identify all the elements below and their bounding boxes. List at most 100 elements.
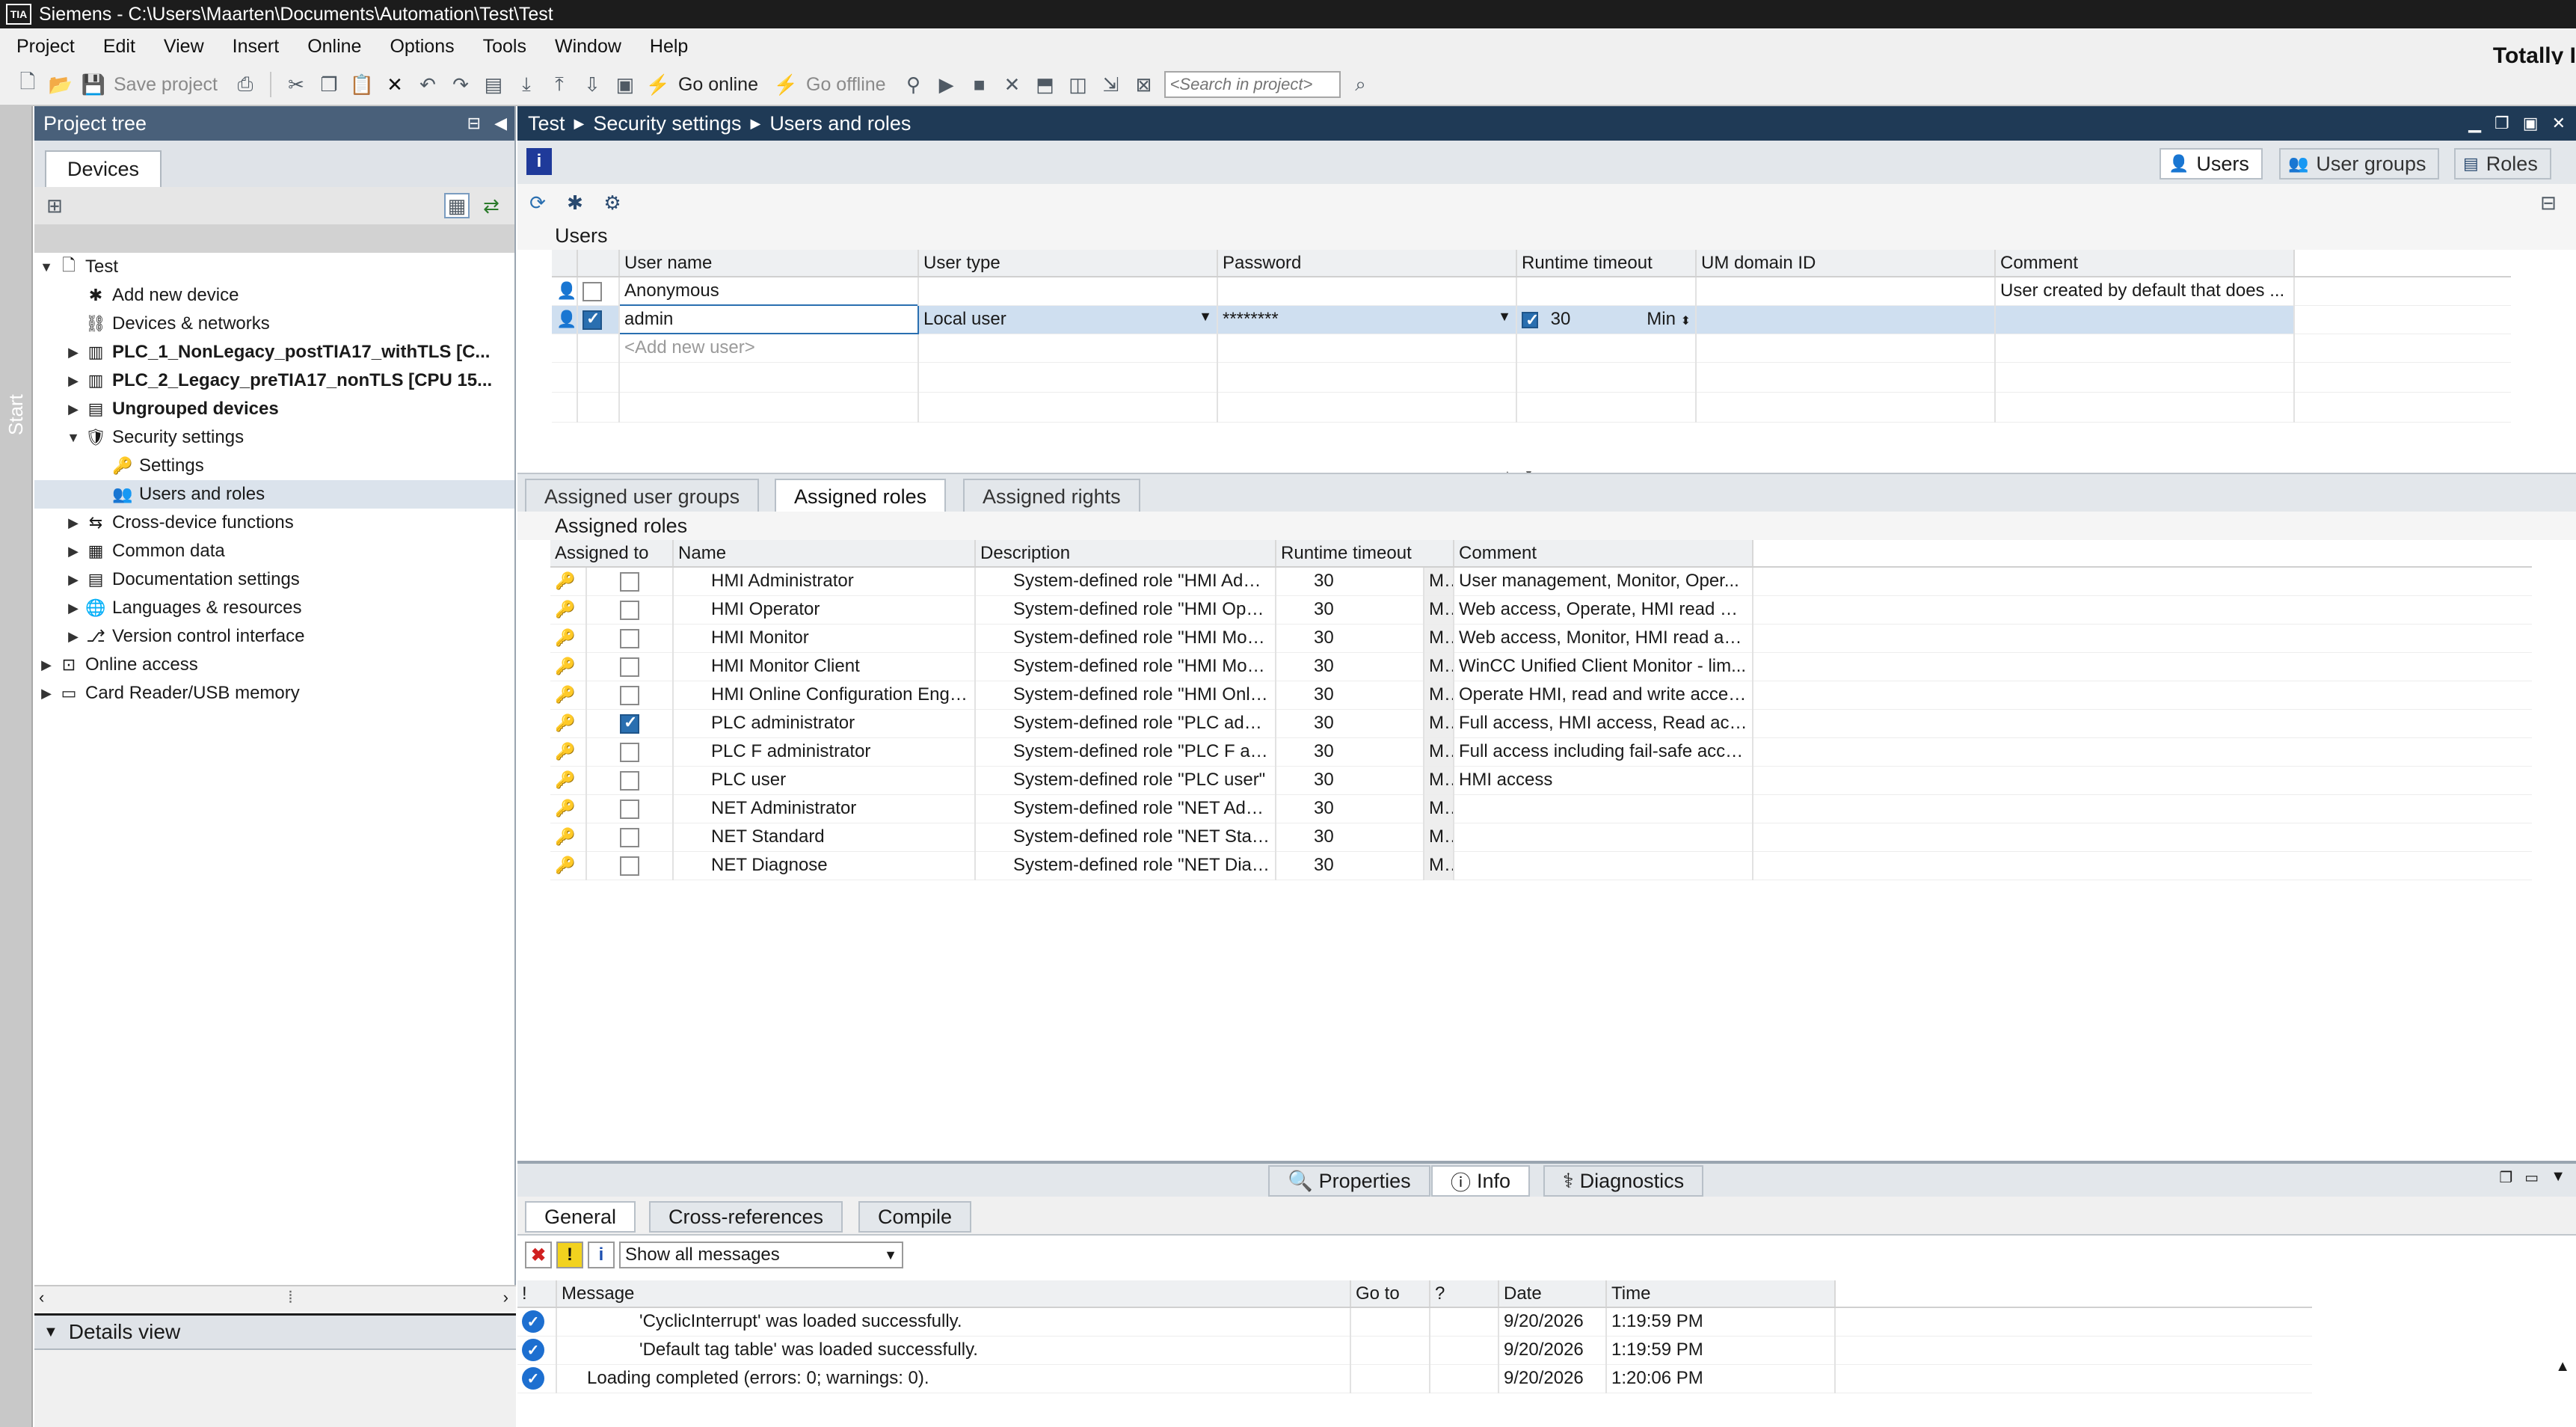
role-assigned-checkbox[interactable] bbox=[620, 770, 639, 791]
tab-assigned-rights[interactable]: Assigned rights bbox=[963, 479, 1140, 513]
breadcrumb-test[interactable]: Test bbox=[528, 112, 565, 135]
timeout-value[interactable]: 30 bbox=[1551, 309, 1571, 329]
expand-right-icon[interactable]: ▶ bbox=[39, 657, 54, 673]
msg-col-date[interactable]: Date bbox=[1498, 1280, 1607, 1308]
msg-col-time[interactable]: Time bbox=[1606, 1280, 1836, 1308]
user-timeout-field[interactable]: 30 Min ⬍ bbox=[1516, 305, 1697, 334]
user-row[interactable]: 👤 Anonymous User created by default that… bbox=[552, 277, 2511, 306]
tab-general[interactable]: General bbox=[525, 1201, 636, 1233]
chevron-down-icon[interactable]: ▼ bbox=[884, 1248, 902, 1263]
role-row[interactable]: 🔑 HMI Administrator System-defined role "H… bbox=[550, 567, 2533, 596]
open-project-icon[interactable]: 📂 bbox=[48, 72, 73, 97]
message-row[interactable]: ✓ 'CyclicInterrupt' was loaded successfu… bbox=[517, 1307, 2312, 1337]
role-assigned-cell[interactable] bbox=[586, 709, 674, 738]
users-col-type[interactable]: User type bbox=[918, 250, 1218, 277]
menu-tools[interactable]: Tools bbox=[467, 36, 538, 58]
tab-assigned-user-groups[interactable]: Assigned user groups bbox=[525, 479, 760, 513]
role-assigned-checkbox[interactable] bbox=[620, 799, 639, 819]
user-type-select[interactable]: Local user ▼ bbox=[918, 305, 1218, 334]
scroll-up-icon[interactable]: ▲ bbox=[2555, 1358, 2570, 1375]
delete-icon[interactable]: ✕ bbox=[382, 72, 408, 97]
role-row[interactable]: 🔑 HMI Operator System-defined role "HMI Op… bbox=[550, 595, 2533, 624]
copy-icon[interactable]: ❐ bbox=[316, 72, 342, 97]
role-row[interactable]: 🔑 NET Standard System-defined role "NET St… bbox=[550, 823, 2533, 852]
msg-col-severity[interactable]: ! bbox=[517, 1280, 557, 1308]
tree-item[interactable]: ✱ Add new device bbox=[34, 281, 514, 310]
tree-item[interactable]: ▶ ▭ Card Reader/USB memory bbox=[34, 679, 514, 708]
user-password-cell[interactable] bbox=[1217, 277, 1517, 306]
cut-icon[interactable]: ✂ bbox=[283, 72, 309, 97]
roles-col-name[interactable]: Name bbox=[673, 540, 977, 568]
role-assigned-checkbox[interactable] bbox=[620, 571, 639, 592]
tree-item[interactable]: ⛓ Devices & networks bbox=[34, 310, 514, 338]
expand-right-icon[interactable]: ▶ bbox=[66, 345, 81, 360]
minimize-panel-icon[interactable]: ▭ bbox=[2524, 1168, 2539, 1187]
tab-devices[interactable]: Devices bbox=[45, 150, 162, 187]
restore-icon[interactable]: ❐ bbox=[2494, 114, 2509, 133]
user-type-cell[interactable] bbox=[918, 277, 1218, 306]
menu-window[interactable]: Window bbox=[538, 36, 633, 58]
start-cpu-icon[interactable]: ▶ bbox=[934, 72, 959, 97]
expand-right-icon[interactable]: ▶ bbox=[66, 544, 81, 559]
users-col-password[interactable]: Password bbox=[1217, 250, 1517, 277]
users-col-comment[interactable]: Comment bbox=[1995, 250, 2295, 277]
dropdown-arrow-icon[interactable]: ▼ bbox=[1498, 309, 1511, 325]
maximize-icon[interactable]: ▣ bbox=[2523, 114, 2539, 133]
dropdown-arrow-icon[interactable]: ▼ bbox=[1199, 309, 1212, 325]
role-assigned-checkbox[interactable] bbox=[620, 628, 639, 648]
tab-properties[interactable]: 🔍 Properties bbox=[1268, 1165, 1430, 1197]
role-assigned-checkbox[interactable] bbox=[620, 856, 639, 876]
tab-roles[interactable]: ▤ Roles bbox=[2454, 148, 2551, 179]
simulation-icon[interactable]: ▣ bbox=[612, 72, 638, 97]
go-offline-icon[interactable]: ⚡ bbox=[773, 72, 799, 97]
scroll-thumb-grip-icon[interactable]: ⦙ bbox=[289, 1288, 292, 1307]
tree-item[interactable]: ▶ ▥ PLC_1_NonLegacy_postTIA17_withTLS [C..… bbox=[34, 338, 514, 366]
message-filter-select[interactable]: Show all messages ▼ bbox=[619, 1242, 903, 1268]
menu-view[interactable]: View bbox=[147, 36, 216, 58]
role-assigned-checkbox[interactable] bbox=[620, 742, 639, 762]
user-comment-cell[interactable]: User created by default that does ... bbox=[1995, 277, 2295, 306]
spinner-icon[interactable]: ⬍ bbox=[1681, 315, 1691, 328]
menu-options[interactable]: Options bbox=[373, 36, 466, 58]
compile-icon[interactable]: ▤ bbox=[481, 72, 506, 97]
collapse-panel-icon[interactable]: ▼ bbox=[2551, 1168, 2566, 1187]
roles-col-assigned[interactable]: Assigned to bbox=[550, 540, 674, 568]
float-window-icon[interactable]: ❐ bbox=[2499, 1168, 2512, 1187]
role-assigned-checkbox[interactable] bbox=[620, 827, 639, 847]
collapse-left-icon[interactable]: ◀ bbox=[494, 114, 507, 133]
close-icon[interactable]: ✕ bbox=[2552, 114, 2566, 133]
details-view-header[interactable]: ▼ Details view bbox=[34, 1316, 516, 1350]
tree-item[interactable]: ▶ ▤ Documentation settings bbox=[34, 565, 514, 594]
tab-assigned-roles[interactable]: Assigned roles bbox=[775, 479, 947, 513]
user-enabled-checkbox[interactable] bbox=[582, 281, 602, 301]
tree-item[interactable]: ▼ 🛡 Security settings bbox=[34, 423, 514, 452]
minimize-icon[interactable]: ▁ bbox=[2468, 114, 2481, 133]
go-online-button[interactable]: Go online bbox=[678, 74, 758, 96]
accessible-devices-icon[interactable]: ⚲ bbox=[901, 72, 926, 97]
close-editor-icon[interactable]: ⊠ bbox=[1131, 72, 1157, 97]
tree-horizontal-scrollbar[interactable]: ‹ ⦙ › bbox=[34, 1285, 516, 1312]
expand-right-icon[interactable]: ▶ bbox=[66, 402, 81, 417]
tree-item[interactable]: ▶ ▥ PLC_2_Legacy_preTIA17_nonTLS [CPU 15..… bbox=[34, 366, 514, 395]
warning-filter-icon[interactable]: ! bbox=[556, 1242, 583, 1268]
role-assigned-cell[interactable] bbox=[586, 595, 674, 624]
save-project-button[interactable]: Save project bbox=[114, 74, 218, 96]
timeout-enabled-checkbox[interactable] bbox=[1522, 310, 1539, 330]
roles-col-timeout[interactable]: Runtime timeout bbox=[1276, 540, 1455, 568]
role-row[interactable]: 🔑 PLC administratorSystem-defined role "P… bbox=[550, 709, 2533, 738]
add-new-user-cell[interactable]: <Add new user> bbox=[619, 334, 919, 363]
message-row[interactable]: ✓ Loading completed (errors: 0; warnings… bbox=[517, 1364, 2312, 1393]
expand-right-icon[interactable]: ▶ bbox=[66, 629, 81, 645]
error-filter-icon[interactable]: ✖ bbox=[525, 1242, 552, 1268]
tab-compile[interactable]: Compile bbox=[858, 1201, 972, 1233]
menu-help[interactable]: Help bbox=[633, 36, 700, 58]
role-assigned-cell[interactable] bbox=[586, 624, 674, 653]
user-name-cell[interactable]: Anonymous bbox=[619, 277, 919, 306]
portal-view-strip[interactable]: Start bbox=[0, 106, 33, 1427]
user-enabled-checkbox[interactable] bbox=[582, 309, 602, 330]
go-offline-button[interactable]: Go offline bbox=[806, 74, 886, 96]
split-horizontal-icon[interactable]: ⬒ bbox=[1033, 72, 1058, 97]
role-assigned-checkbox[interactable] bbox=[620, 713, 639, 734]
expand-down-icon[interactable]: ▼ bbox=[39, 260, 54, 275]
tree-item[interactable]: 🔑 Settings bbox=[34, 452, 514, 480]
